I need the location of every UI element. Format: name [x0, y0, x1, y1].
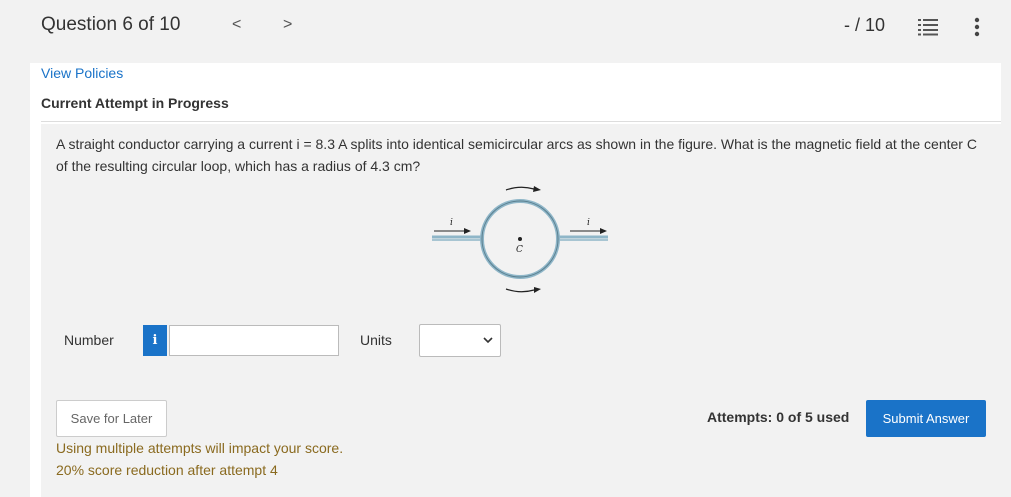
current-label-right: i	[587, 218, 590, 228]
units-select[interactable]	[419, 324, 501, 357]
bottom-arc-arrow	[505, 288, 535, 293]
submit-answer-button[interactable]: Submit Answer	[866, 400, 986, 437]
info-button[interactable]: i	[143, 325, 167, 356]
save-for-later-button[interactable]: Save for Later	[56, 400, 167, 437]
next-question-button[interactable]: >	[283, 16, 292, 34]
chevron-down-icon	[483, 337, 493, 344]
score-reduction-note: 20% score reduction after attempt 4	[56, 462, 278, 478]
score-display: - / 10	[844, 15, 886, 35]
units-label: Units	[360, 332, 392, 348]
list-icon[interactable]	[918, 18, 938, 36]
previous-question-button[interactable]: <	[232, 16, 241, 34]
number-label: Number	[64, 332, 114, 348]
attempts-used: Attempts: 0 of 5 used	[707, 409, 850, 425]
more-vertical-icon[interactable]	[974, 17, 980, 37]
divider	[41, 121, 1001, 122]
top-bar: Question 6 of 10 < > - / 10	[0, 0, 1011, 54]
circuit-figure: i i C	[432, 186, 608, 293]
attempt-heading: Current Attempt in Progress	[41, 95, 229, 111]
top-arc-arrow	[505, 186, 535, 191]
question-text: A straight conductor carrying a current …	[56, 136, 977, 174]
attempts-warning: Using multiple attempts will impact your…	[56, 440, 344, 456]
center-label: C	[516, 245, 523, 255]
arrow-right-current	[600, 228, 607, 234]
number-input[interactable]	[169, 325, 339, 356]
view-policies-link[interactable]: View Policies	[41, 65, 123, 81]
question-counter: Question 6 of 10	[41, 14, 181, 35]
center-point	[518, 237, 522, 241]
current-label-left: i	[450, 218, 453, 228]
arrow-left-current	[464, 228, 471, 234]
